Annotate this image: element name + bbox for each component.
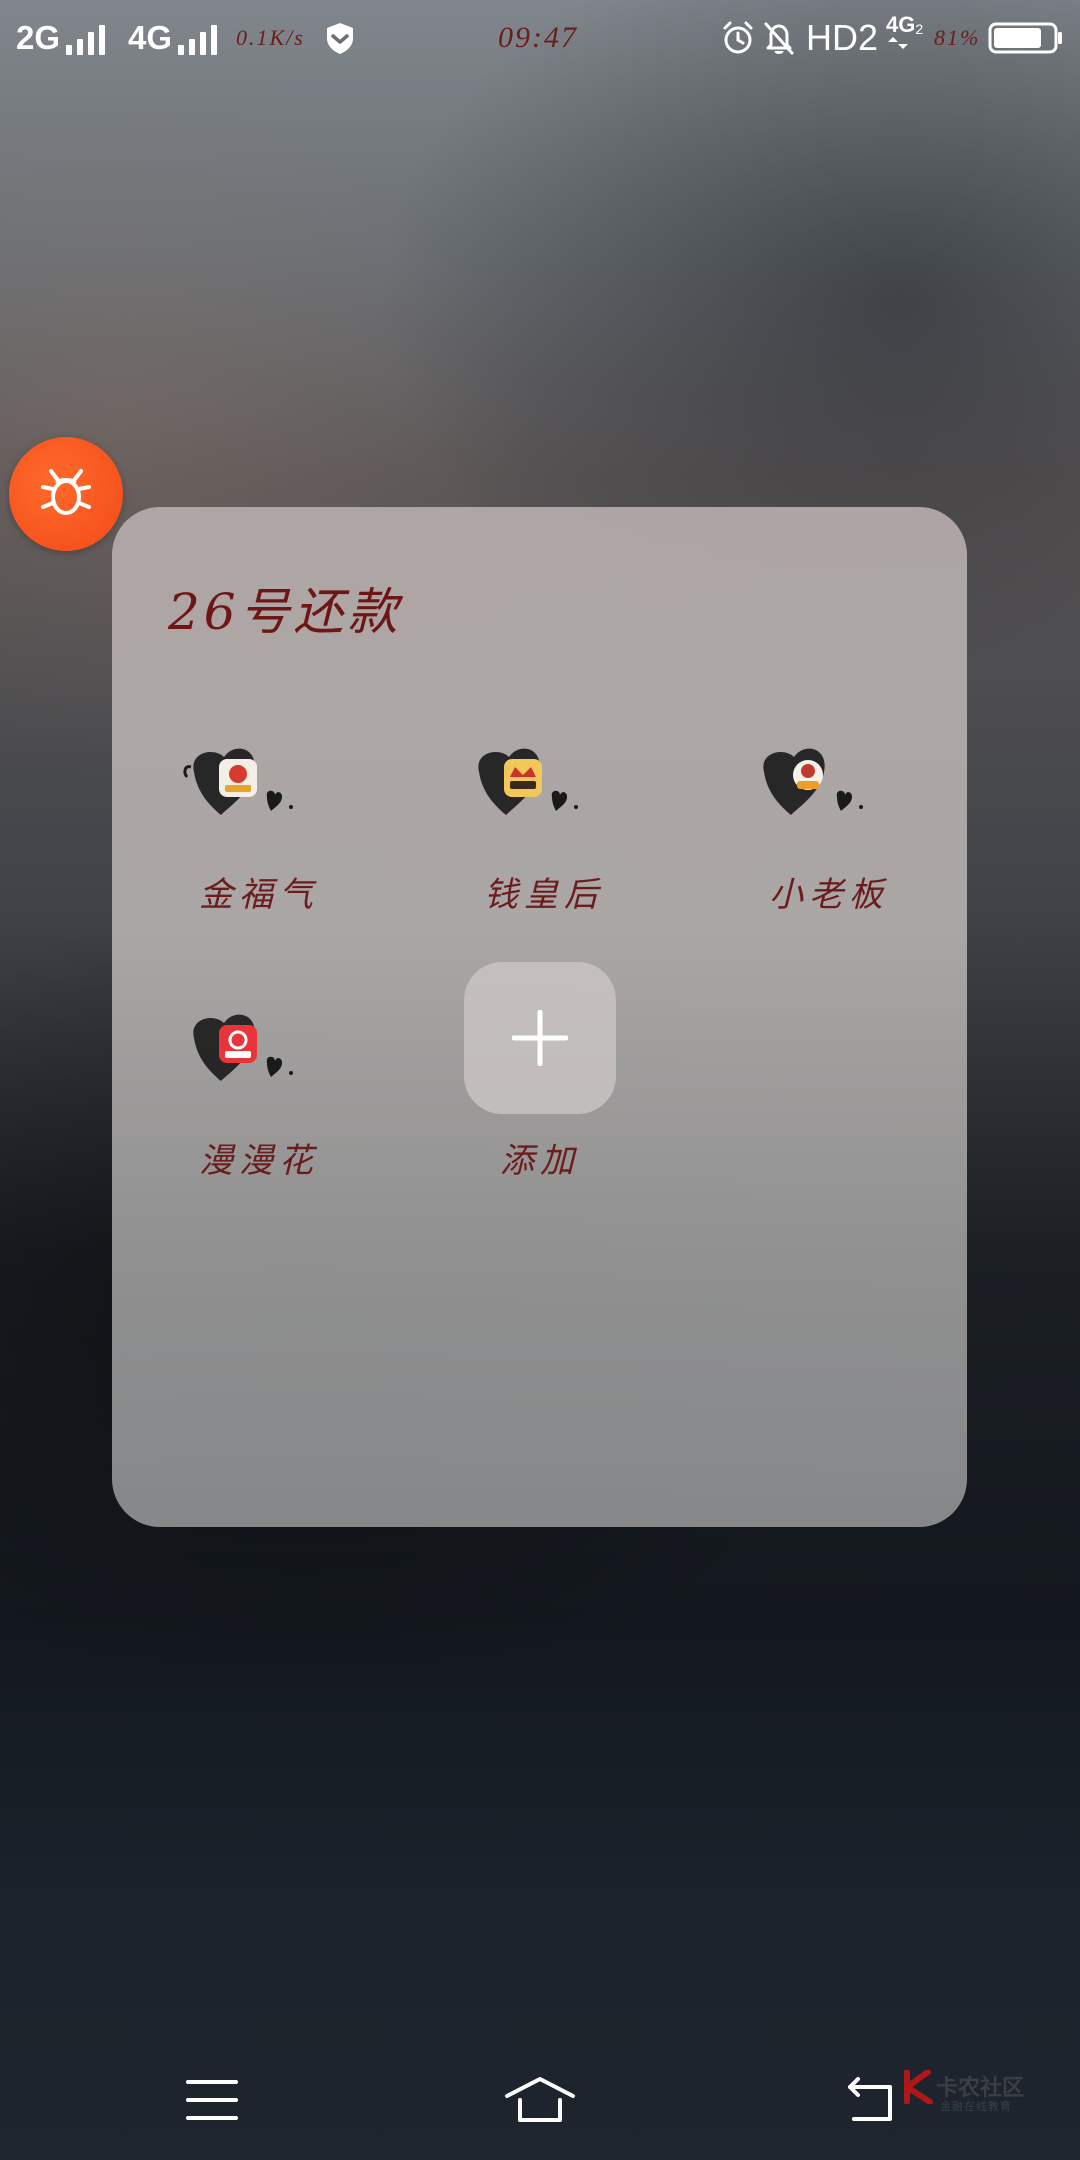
app-label: 小老板 <box>769 875 889 915</box>
home-button[interactable] <box>502 2070 578 2130</box>
qianhuanghou-app-icon <box>478 748 578 815</box>
add-label: 添加 <box>500 1141 580 1181</box>
signal-bars-icon <box>66 21 110 55</box>
network-type-1: 2G <box>16 19 61 56</box>
floating-bug-button[interactable] <box>9 437 123 551</box>
app-qianhuanghou[interactable]: 钱皇后 <box>444 727 644 937</box>
app-jinfuqi[interactable]: 金福气 <box>159 727 359 937</box>
shield-icon <box>322 14 358 62</box>
app-xiaolaoban[interactable]: 小老板 <box>729 727 929 937</box>
alarm-icon <box>720 14 756 62</box>
data-arrows-icon <box>888 37 908 49</box>
battery-icon <box>988 14 1064 62</box>
data-indicator: 4G 2 <box>886 14 923 62</box>
menu-button[interactable] <box>180 2070 244 2130</box>
xiaolaoban-app-icon <box>763 748 863 815</box>
back-button[interactable] <box>840 2070 900 2130</box>
watermark: 卡农社区 金融在线教育 <box>904 2068 1064 2128</box>
plus-icon <box>512 1010 568 1066</box>
folder-title[interactable]: 26号还款 <box>168 572 402 644</box>
manmanhua-app-icon <box>193 1014 293 1081</box>
home-icon <box>505 2077 575 2122</box>
hd-voice: HD2 <box>806 17 879 58</box>
add-button[interactable] <box>464 962 616 1114</box>
add-app[interactable]: 添加 <box>464 962 616 1181</box>
sim2-signal: 4G <box>128 14 222 62</box>
back-icon <box>848 2077 892 2121</box>
network-type-2: 4G <box>128 19 173 56</box>
notifications-off-icon <box>762 14 796 62</box>
app-label: 金福气 <box>199 875 319 915</box>
menu-icon <box>186 2080 238 2120</box>
app-label: 钱皇后 <box>484 875 604 915</box>
app-label: 漫漫花 <box>199 1141 319 1181</box>
battery-percent: 81% <box>934 25 981 50</box>
app-manmanhua[interactable]: 漫漫花 <box>159 993 359 1203</box>
bug-icon <box>41 469 91 515</box>
signal-bars-icon <box>178 21 222 55</box>
status-bar: 2G 4G 0.1K/s 09:47 HD2 4G 2 81% <box>0 0 1080 76</box>
sim1-signal: 2G <box>16 14 110 62</box>
clock: 09:47 <box>498 21 578 54</box>
watermark-logo-icon <box>904 2070 933 2104</box>
home-screen: 2G 4G 0.1K/s 09:47 HD2 4G 2 81% 26号还款 金福… <box>0 0 1080 2160</box>
app-folder: 26号还款 金福气 钱皇后 小老板 漫漫花 添加 <box>112 507 967 1527</box>
jinfuqi-app-icon <box>183 748 293 815</box>
net-speed: 0.1K/s <box>236 25 305 50</box>
